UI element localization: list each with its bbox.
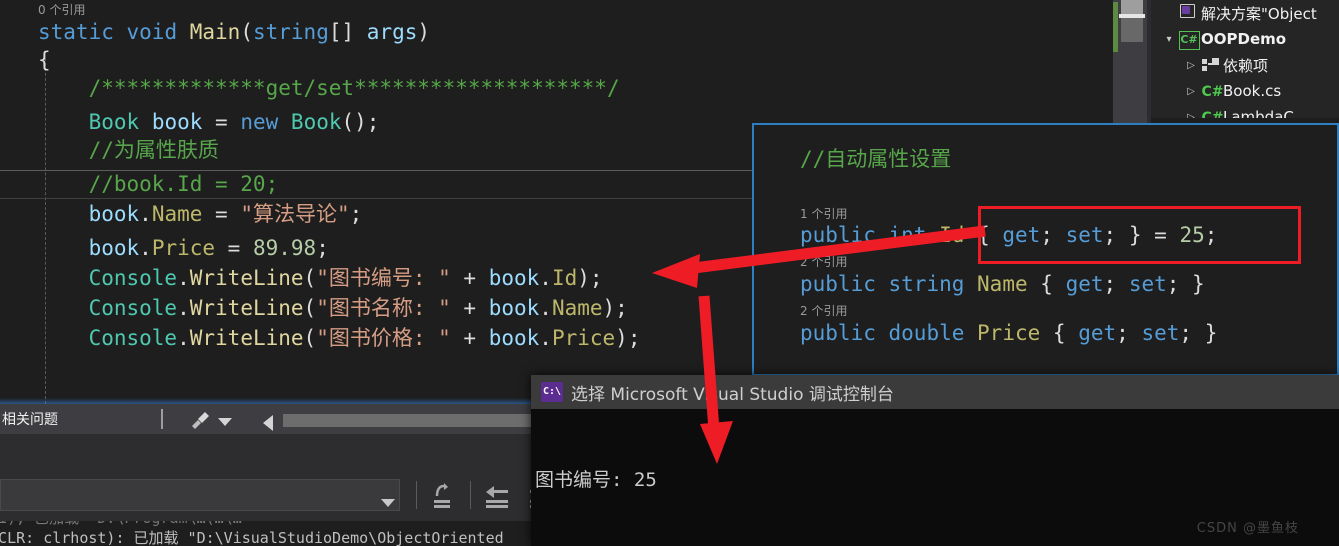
- quickinfo-comment: //自动属性设置: [800, 147, 952, 171]
- chevron-down-icon[interactable]: [381, 499, 395, 507]
- console-title-text: 选择 Microsoft Visual Studio 调试控制台: [571, 384, 894, 405]
- console-output: 图书编号: 25 图书名称: 算法导论 图书价格: 89.98 D:\Visua…: [531, 409, 1339, 546]
- tab-label: 相关问题: [2, 412, 58, 428]
- sidebar-item-book-cs[interactable]: ▷ C# Book.cs: [1183, 78, 1281, 104]
- console-line: 图书编号: 25: [535, 469, 657, 491]
- scrollbar-change-indicator: [1113, 2, 1118, 52]
- sidebar-item-label: Book.cs: [1223, 82, 1282, 100]
- solution-explorer-solution-row[interactable]: 解决方案"Object: [1161, 0, 1317, 26]
- toolbar-separator: [416, 481, 417, 509]
- annotation-highlight-box: [978, 206, 1301, 264]
- chevron-right-icon[interactable]: ▷: [1183, 86, 1199, 97]
- debug-console-window[interactable]: C:\ 选择 Microsoft Visual Studio 调试控制台 图书编…: [531, 375, 1339, 546]
- code-lens-reference-name[interactable]: 2 个引用: [800, 255, 847, 269]
- solution-label: 解决方案"Object: [1201, 4, 1317, 23]
- app-root: 0 个引用 static void Main(string[] args) { …: [0, 0, 1339, 546]
- toolbar-separator: [470, 481, 471, 509]
- code-lens-reference-id[interactable]: 1 个引用: [800, 207, 847, 221]
- csharp-file-icon: C#: [1201, 109, 1224, 118]
- chevron-right-icon[interactable]: ▷: [1183, 112, 1199, 119]
- broom-glyph: [192, 412, 209, 429]
- code-lens-reference-main[interactable]: 0 个引用: [38, 2, 85, 18]
- code-line-banner-comment: /*************get/set*******************…: [38, 76, 620, 100]
- code-line-main-signature: static void Main(string[] args): [38, 20, 431, 44]
- code-lens-reference-price[interactable]: 2 个引用: [800, 304, 847, 318]
- console-app-icon: C:\: [541, 382, 563, 402]
- csharp-file-icon: C#: [1201, 83, 1224, 100]
- console-title-bar[interactable]: C:\ 选择 Microsoft Visual Studio 调试控制台: [531, 375, 1339, 409]
- solution-explorer-project-row[interactable]: ▾ C# OOPDemo: [1161, 26, 1286, 52]
- sidebar-item-label: 依赖项: [1223, 56, 1269, 75]
- filter-dropdown[interactable]: [0, 479, 400, 511]
- quickinfo-member-name: public string Name { get; set; }: [800, 272, 1205, 296]
- scrollbar-position-marker: [1119, 14, 1145, 18]
- output-status-line-current: reCLR: clrhost): 已加载 "D:\VisualStudioDem…: [0, 529, 504, 546]
- quickinfo-member-price: public double Price { get; set; }: [800, 321, 1218, 345]
- sidebar-item-dependencies[interactable]: ▷ 依赖项: [1183, 52, 1268, 78]
- toolbar-separator: [161, 409, 163, 429]
- outdent-button[interactable]: [480, 481, 512, 511]
- tab-related-issues[interactable]: 相关问题: [0, 404, 58, 434]
- code-line-open-brace: {: [38, 48, 51, 72]
- chevron-down-icon[interactable]: [218, 418, 232, 426]
- project-label: OOPDemo: [1201, 30, 1287, 48]
- clear-broom-icon[interactable]: [190, 411, 212, 435]
- sidebar-item-lambda-cs[interactable]: ▷ C# LambdaC: [1183, 104, 1294, 118]
- csharp-project-icon: C#: [1177, 28, 1201, 50]
- arrow-left-icon: [486, 486, 508, 508]
- step-out-button[interactable]: [428, 481, 460, 511]
- navigate-previous-icon[interactable]: [263, 415, 273, 431]
- step-out-icon: [434, 483, 450, 508]
- solution-explorer-panel[interactable]: 解决方案"Object ▾ C# OOPDemo ▷ 依赖项 ▷ C# Book…: [1151, 0, 1339, 118]
- dependencies-icon: [1199, 56, 1223, 75]
- chevron-down-icon[interactable]: ▾: [1161, 34, 1177, 45]
- sidebar-item-label: LambdaC: [1223, 108, 1294, 118]
- chevron-right-icon[interactable]: ▷: [1183, 60, 1199, 71]
- solution-icon: [1177, 3, 1201, 23]
